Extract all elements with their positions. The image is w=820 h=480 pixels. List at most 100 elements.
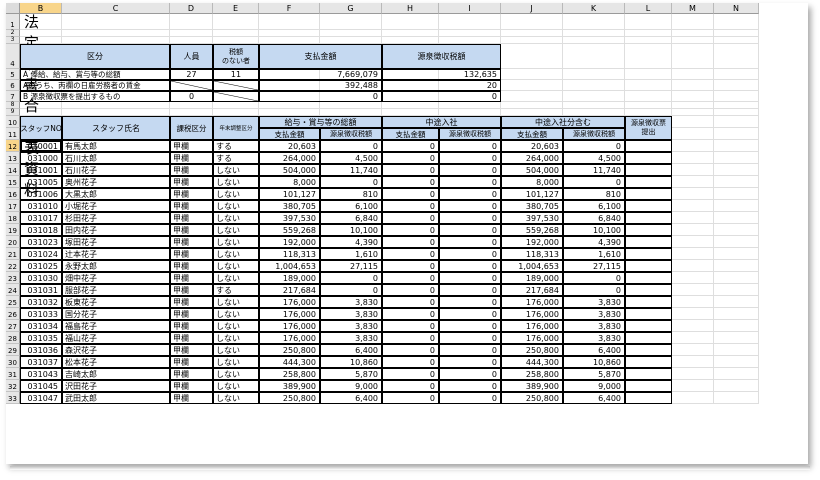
cell-shiharai[interactable]: 444,300 — [259, 356, 320, 368]
header-gensen-zeigaku[interactable]: 源泉徴収税額 — [320, 128, 382, 140]
row-header-25[interactable]: 25 — [6, 296, 20, 308]
row-header-24[interactable]: 24 — [6, 284, 20, 296]
cell-chuto-shiharai[interactable]: 0 — [382, 284, 439, 296]
cell-chuto-shiharai[interactable]: 0 — [382, 212, 439, 224]
column-header-f[interactable]: F — [259, 3, 320, 14]
cell-teishutsu[interactable] — [625, 248, 672, 260]
column-header-g[interactable]: G — [320, 3, 382, 14]
summary-row-zeigaku-nashi[interactable] — [213, 91, 259, 102]
column-header-i[interactable]: I — [439, 3, 501, 14]
cell-kazei-kubun[interactable]: 甲欄 — [170, 356, 213, 368]
row-header-12[interactable]: 12 — [6, 140, 20, 152]
cell-staff-no[interactable]: 031047 — [20, 392, 62, 404]
cell-teishutsu[interactable] — [625, 164, 672, 176]
cell-shiharai[interactable]: 380,705 — [259, 200, 320, 212]
cell-nenmatsu-kubun[interactable]: する — [213, 140, 259, 152]
cell-staff-no[interactable]: 031025 — [20, 260, 62, 272]
cell-fukumu-gensen[interactable]: 9,000 — [563, 380, 625, 392]
column-header-m[interactable]: M — [672, 3, 714, 14]
cell-kazei-kubun[interactable]: 甲欄 — [170, 164, 213, 176]
cell-staff-no[interactable]: 031001 — [20, 164, 62, 176]
cell-teishutsu[interactable] — [625, 152, 672, 164]
cell-fukumu-gensen[interactable]: 6,400 — [563, 344, 625, 356]
column-header-c[interactable]: C — [62, 3, 170, 14]
cell-nenmatsu-kubun[interactable]: しない — [213, 212, 259, 224]
cell-shiharai[interactable]: 559,268 — [259, 224, 320, 236]
cell-fukumu-shiharai[interactable]: 1,004,653 — [501, 260, 563, 272]
cell-staff-name[interactable]: 福島花子 — [62, 320, 170, 332]
cell-nenmatsu-kubun[interactable]: しない — [213, 332, 259, 344]
cell-chuto-gensen[interactable]: 0 — [439, 368, 501, 380]
cell-gensen[interactable]: 3,830 — [320, 308, 382, 320]
cell-staff-name[interactable]: 服部花子 — [62, 284, 170, 296]
row-header-10[interactable]: 10 — [6, 116, 20, 128]
cell-chuto-shiharai[interactable]: 0 — [382, 332, 439, 344]
cell-staff-no[interactable]: 031045 — [20, 380, 62, 392]
cell-chuto-shiharai[interactable]: 0 — [382, 392, 439, 404]
row-header-14[interactable]: 14 — [6, 164, 20, 176]
cell-staff-no[interactable]: 031031 — [20, 284, 62, 296]
cell-shiharai[interactable]: 250,800 — [259, 344, 320, 356]
cell-staff-no[interactable]: 031017 — [20, 212, 62, 224]
cell-chuto-gensen[interactable]: 0 — [439, 260, 501, 272]
cell-staff-no[interactable]: 031037 — [20, 356, 62, 368]
row-header-27[interactable]: 27 — [6, 320, 20, 332]
cell-kazei-kubun[interactable]: 甲欄 — [170, 308, 213, 320]
cell-teishutsu[interactable] — [625, 344, 672, 356]
row-header-19[interactable]: 19 — [6, 224, 20, 236]
cell-shiharai[interactable]: 189,000 — [259, 272, 320, 284]
cell-nenmatsu-kubun[interactable]: しない — [213, 368, 259, 380]
cell-teishutsu[interactable] — [625, 308, 672, 320]
header-shiharai-kingaku[interactable]: 支払金額 — [501, 128, 563, 140]
cell-staff-name[interactable]: 田内花子 — [62, 224, 170, 236]
row-header-21[interactable]: 21 — [6, 248, 20, 260]
cell-teishutsu[interactable] — [625, 284, 672, 296]
summary-row-zeigaku-nashi[interactable]: 11 — [213, 69, 259, 80]
cell-nenmatsu-kubun[interactable]: しない — [213, 260, 259, 272]
cell-kazei-kubun[interactable]: 甲欄 — [170, 320, 213, 332]
cell-staff-name[interactable]: 石川太郎 — [62, 152, 170, 164]
cell-gensen[interactable]: 9,000 — [320, 380, 382, 392]
summary-header-kubun[interactable]: 区分 — [20, 44, 170, 69]
header-nenmatsu-kubun[interactable]: 年末調整区分 — [213, 116, 259, 140]
cell-staff-name[interactable]: 松本花子 — [62, 356, 170, 368]
column-header-h[interactable]: H — [382, 3, 439, 14]
cell-kazei-kubun[interactable]: 甲欄 — [170, 332, 213, 344]
row-header-20[interactable]: 20 — [6, 236, 20, 248]
cell-teishutsu[interactable] — [625, 188, 672, 200]
cell-kazei-kubun[interactable]: 甲欄 — [170, 200, 213, 212]
cell-chuto-gensen[interactable]: 0 — [439, 392, 501, 404]
cell-fukumu-shiharai[interactable]: 264,000 — [501, 152, 563, 164]
cell-teishutsu[interactable] — [625, 140, 672, 152]
cell-gensen[interactable]: 3,830 — [320, 296, 382, 308]
cell-chuto-gensen[interactable]: 0 — [439, 332, 501, 344]
cell-teishutsu[interactable] — [625, 296, 672, 308]
cell-fukumu-gensen[interactable]: 0 — [563, 176, 625, 188]
row-header-13[interactable]: 13 — [6, 152, 20, 164]
cell-staff-no[interactable]: 031000 — [20, 152, 62, 164]
summary-row-gensen[interactable]: 20 — [382, 80, 501, 91]
cell-gensen[interactable]: 10,100 — [320, 224, 382, 236]
cell-kazei-kubun[interactable]: 甲欄 — [170, 296, 213, 308]
summary-row-shiharai[interactable]: 7,669,079 — [259, 69, 382, 80]
cell-fukumu-gensen[interactable]: 27,115 — [563, 260, 625, 272]
row-header-5[interactable]: 5 — [6, 69, 20, 80]
cell-staff-name[interactable]: 辻本花子 — [62, 248, 170, 260]
cell-staff-no[interactable]: 031018 — [20, 224, 62, 236]
row-header-6[interactable]: 6 — [6, 80, 20, 91]
cell-chuto-shiharai[interactable]: 0 — [382, 140, 439, 152]
summary-row-ninzu[interactable] — [170, 80, 213, 91]
row-header-18[interactable]: 18 — [6, 212, 20, 224]
cell-nenmatsu-kubun[interactable]: しない — [213, 308, 259, 320]
cell-shiharai[interactable]: 389,900 — [259, 380, 320, 392]
cell-staff-name[interactable]: 小堀花子 — [62, 200, 170, 212]
header-staff-no[interactable]: スタッフNO — [20, 116, 62, 140]
cell-fukumu-gensen[interactable]: 3,830 — [563, 320, 625, 332]
cell-kazei-kubun[interactable]: 甲欄 — [170, 368, 213, 380]
summary-row-label[interactable]: B 源泉徴収票を提出するもの — [20, 91, 170, 102]
cell-staff-name[interactable]: 有馬太郎 — [62, 140, 170, 152]
cell-staff-no[interactable]: 031035 — [20, 332, 62, 344]
cell-fukumu-shiharai[interactable]: 176,000 — [501, 308, 563, 320]
cell-teishutsu[interactable] — [625, 224, 672, 236]
cell-kazei-kubun[interactable]: 甲欄 — [170, 260, 213, 272]
